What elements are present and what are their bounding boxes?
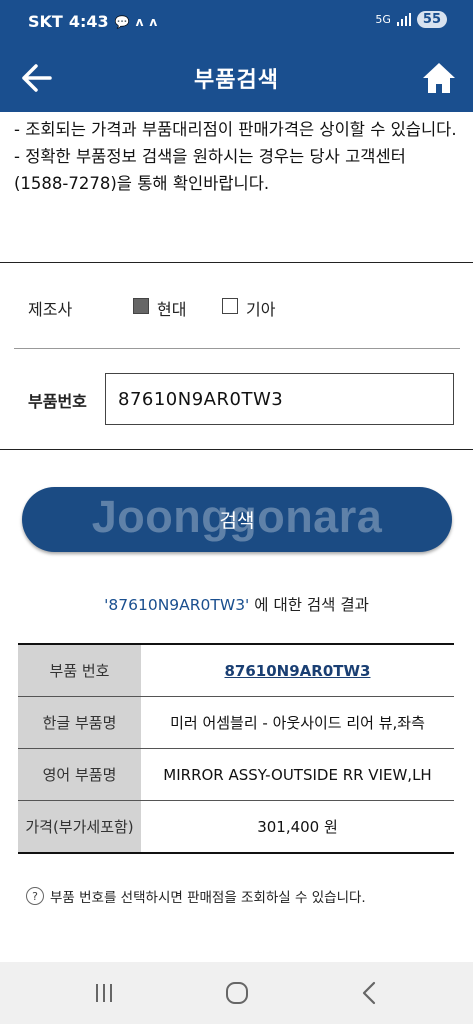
status-left: SKT 4:43 💬 ʌ ʌ — [28, 12, 157, 31]
divider — [0, 262, 473, 263]
result-suffix: 에 대한 검색 결과 — [249, 596, 369, 614]
row-value: 87610N9AR0TW3 — [141, 643, 454, 697]
row-header: 부품 번호 — [18, 643, 141, 697]
search-button-label: 검색 — [219, 510, 255, 532]
option-label[interactable]: 기아 — [246, 296, 275, 320]
carrier-label: SKT — [28, 12, 63, 31]
back-nav-icon[interactable] — [354, 978, 386, 1008]
result-query: '87610N9AR0TW3' — [104, 596, 250, 614]
row-header: 한글 부품명 — [18, 696, 141, 749]
divider — [14, 348, 460, 349]
result-table: 부품 번호 87610N9AR0TW3 한글 부품명 미러 어셈블리 - 아웃사… — [18, 643, 454, 854]
table-row: 가격(부가세포함) 301,400 원 — [18, 800, 454, 854]
part-number-label: 부품번호 — [28, 392, 87, 411]
table-row: 한글 부품명 미러 어셈블리 - 아웃사이드 리어 뷰,좌측 — [18, 696, 454, 749]
row-header: 가격(부가세포함) — [18, 800, 141, 854]
part-number-link[interactable]: 87610N9AR0TW3 — [225, 662, 371, 680]
row-value: MIRROR ASSY-OUTSIDE RR VIEW,LH — [141, 748, 454, 801]
table-row: 영어 부품명 MIRROR ASSY-OUTSIDE RR VIEW,LH — [18, 748, 454, 801]
result-title: '87610N9AR0TW3' 에 대한 검색 결과 — [0, 593, 473, 615]
system-nav-bar — [0, 962, 473, 1024]
part-number-input[interactable] — [105, 373, 454, 425]
battery-indicator: 55 — [416, 11, 447, 28]
clock: 4:43 — [68, 12, 109, 31]
footnote: ? 부품 번호를 선택하시면 판매점을 조회하실 수 있습니다. — [26, 886, 366, 906]
notice-line: - 정확한 부품정보 검색을 원하시는 경우는 당사 고객센터 (1588-72… — [14, 147, 406, 193]
divider — [0, 449, 473, 450]
row-header: 영어 부품명 — [18, 748, 141, 801]
maker-label: 제조사 — [28, 300, 73, 319]
checkbox-checked[interactable] — [133, 298, 149, 314]
app-icon-2: ʌ — [149, 14, 158, 29]
checkbox-unchecked[interactable] — [222, 298, 238, 314]
option-label[interactable]: 현대 — [157, 296, 186, 320]
signal-icon — [396, 13, 411, 26]
search-button[interactable]: Joonggonara 검색 — [22, 487, 452, 552]
notice-text: - 조회되는 가격과 부품대리점이 판매가격은 상이할 수 있습니다. - 정확… — [14, 116, 464, 197]
status-bar: SKT 4:43 💬 ʌ ʌ 5G 55 — [0, 0, 473, 44]
talk-icon: 💬 — [114, 14, 130, 29]
app-icon: ʌ — [135, 14, 144, 29]
home-icon[interactable] — [421, 60, 457, 96]
table-row: 부품 번호 87610N9AR0TW3 — [18, 643, 454, 697]
footnote-text: 부품 번호를 선택하시면 판매점을 조회하실 수 있습니다. — [50, 890, 366, 906]
network-badge: 5G — [375, 13, 391, 26]
app-bar: 부품검색 — [0, 44, 473, 112]
notice-line: - 조회되는 가격과 부품대리점이 판매가격은 상이할 수 있습니다. — [14, 120, 457, 139]
question-icon: ? — [26, 887, 44, 905]
home-nav-icon[interactable] — [221, 978, 253, 1008]
recent-apps-icon[interactable] — [88, 978, 120, 1008]
row-value: 미러 어셈블리 - 아웃사이드 리어 뷰,좌측 — [141, 696, 454, 749]
page-title: 부품검색 — [194, 68, 279, 93]
status-right: 5G 55 — [375, 11, 447, 28]
row-value: 301,400 원 — [141, 800, 454, 854]
